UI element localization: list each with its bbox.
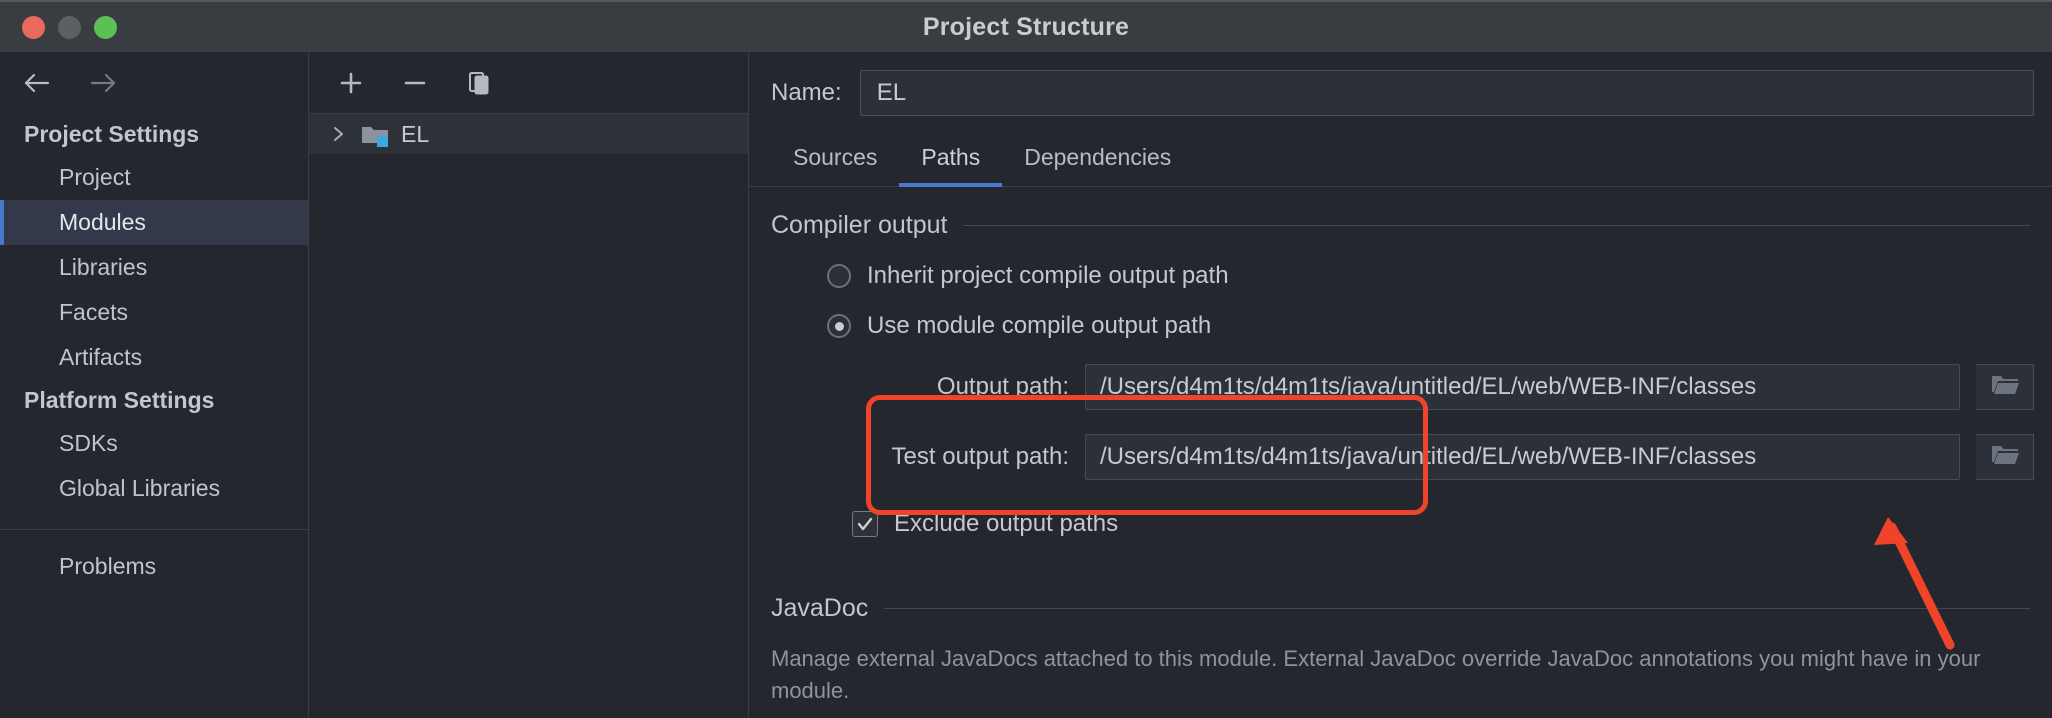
back-arrow-icon[interactable] — [20, 66, 54, 100]
title-bar: Project Structure — [0, 0, 2052, 52]
exclude-output-paths-checkbox[interactable] — [852, 511, 878, 537]
inherit-output-radio[interactable] — [827, 264, 851, 288]
module-tabs: Sources Paths Dependencies — [749, 134, 2052, 187]
module-detail-pane: Name: EL Sources Paths Dependencies Comp… — [749, 52, 2052, 718]
folder-browse-icon — [1990, 373, 2020, 402]
forward-arrow-icon[interactable] — [86, 66, 120, 100]
use-module-output-label: Use module compile output path — [867, 312, 1212, 339]
sidebar-item-project[interactable]: Project — [0, 155, 308, 200]
module-name-input[interactable]: EL — [859, 70, 2034, 116]
settings-sidebar: Project Settings Project Modules Librari… — [0, 52, 309, 718]
module-name-row: Name: EL — [749, 52, 2052, 134]
javadoc-title: JavaDoc — [771, 594, 869, 622]
sidebar-item-artifacts[interactable]: Artifacts — [0, 335, 308, 380]
section-divider — [884, 608, 2030, 609]
output-path-input[interactable]: /Users/d4m1ts/d4m1ts/java/untitled/EL/we… — [1085, 364, 1960, 410]
nav-group-platform-settings: Platform Settings — [24, 387, 215, 413]
module-tree-panel: EL — [309, 52, 749, 718]
exclude-output-paths-row[interactable]: Exclude output paths — [749, 510, 2052, 538]
output-path-browse-button[interactable] — [1976, 364, 2034, 410]
inherit-output-label: Inherit project compile output path — [867, 262, 1229, 289]
tree-row[interactable]: EL — [309, 114, 748, 154]
window-body: Project Settings Project Modules Librari… — [0, 52, 2052, 718]
sidebar-item-sdks[interactable]: SDKs — [0, 421, 308, 466]
tab-sources[interactable]: Sources — [771, 134, 899, 187]
javadoc-description: Manage external JavaDocs attached to thi… — [771, 646, 1981, 703]
exclude-output-paths-label: Exclude output paths — [894, 510, 1119, 537]
add-module-icon[interactable] — [333, 65, 369, 101]
compiler-output-title: Compiler output — [771, 211, 948, 239]
sidebar-item-libraries[interactable]: Libraries — [0, 245, 308, 290]
tab-paths[interactable]: Paths — [899, 134, 1003, 187]
compiler-output-section-header: Compiler output — [749, 187, 2052, 240]
window-title: Project Structure — [922, 12, 1130, 41]
sidebar-item-problems[interactable]: Problems — [0, 544, 308, 589]
tree-node-label: EL — [401, 120, 430, 147]
navigation-arrows — [0, 52, 308, 114]
tab-dependencies[interactable]: Dependencies — [1002, 134, 1193, 187]
inherit-output-path-option[interactable]: Inherit project compile output path — [749, 262, 2052, 290]
sidebar-item-modules[interactable]: Modules — [0, 200, 308, 245]
output-path-label: Output path: — [936, 373, 1069, 400]
module-name-label: Name: — [771, 79, 842, 106]
javadoc-section-header: JavaDoc — [749, 570, 2052, 623]
project-structure-window: Project Structure Project Settings Proje… — [0, 0, 2052, 718]
test-output-path-row: Test output path: /Users/d4m1ts/d4m1ts/j… — [749, 434, 2052, 480]
remove-module-icon[interactable] — [397, 65, 433, 101]
module-folder-icon — [361, 122, 391, 147]
sidebar-divider — [0, 529, 308, 530]
module-tree-toolbar — [309, 52, 748, 114]
sidebar-item-global-libraries[interactable]: Global Libraries — [0, 466, 308, 511]
output-path-row: Output path: /Users/d4m1ts/d4m1ts/java/u… — [749, 364, 2052, 410]
nav-group-project-settings: Project Settings — [24, 121, 200, 147]
test-output-path-browse-button[interactable] — [1976, 434, 2034, 480]
sidebar-item-facets[interactable]: Facets — [0, 290, 308, 335]
test-output-path-label: Test output path: — [891, 443, 1069, 470]
folder-browse-icon — [1990, 443, 2020, 472]
use-module-output-path-option[interactable]: Use module compile output path — [749, 312, 2052, 340]
test-output-path-input[interactable]: /Users/d4m1ts/d4m1ts/java/untitled/EL/we… — [1085, 434, 1960, 480]
copy-module-icon[interactable] — [461, 65, 497, 101]
use-module-output-radio[interactable] — [827, 314, 851, 338]
section-divider — [963, 225, 2030, 226]
chevron-right-icon[interactable] — [325, 125, 351, 143]
